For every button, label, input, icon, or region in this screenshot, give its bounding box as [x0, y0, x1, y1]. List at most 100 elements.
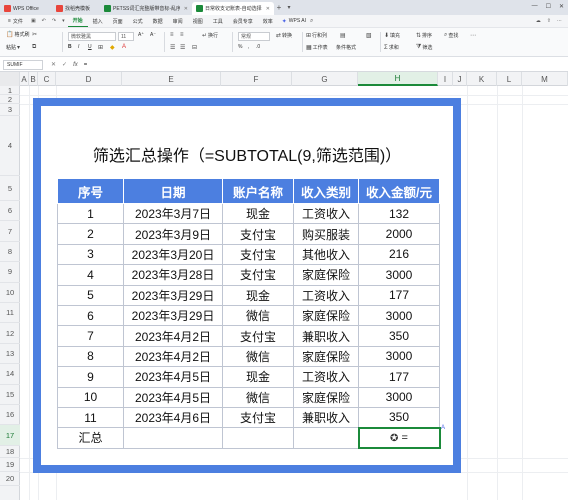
- cell-index[interactable]: 7: [57, 325, 124, 347]
- cell-index[interactable]: 1: [57, 202, 124, 225]
- cell-index[interactable]: 3: [57, 243, 124, 266]
- more-tools-button[interactable]: ⋯: [470, 32, 476, 39]
- chevron-down-icon[interactable]: ▾: [284, 4, 294, 11]
- decimal-button[interactable]: .0: [256, 44, 260, 50]
- column-header-k[interactable]: K: [467, 72, 497, 86]
- cell-index[interactable]: 8: [57, 345, 124, 368]
- tab-wps-office[interactable]: WPS Office: [0, 2, 52, 15]
- cell-index[interactable]: 10: [57, 386, 124, 408]
- cell-date[interactable]: 2023年4月2日: [123, 325, 223, 347]
- save-icon[interactable]: ▣: [28, 18, 39, 24]
- wrap-button[interactable]: ↵ 换行: [202, 32, 218, 39]
- menu-data[interactable]: 数据: [148, 16, 168, 27]
- tab-petss-file[interactable]: PETSS词汇完整版带音标-乱序版.pdf ✕: [100, 2, 192, 15]
- header-amount[interactable]: 收入金额/元: [358, 178, 440, 204]
- cell-account[interactable]: 现金: [222, 366, 294, 388]
- menu-home[interactable]: 开始: [67, 16, 88, 27]
- column-header-a[interactable]: A: [20, 72, 29, 86]
- cell-date[interactable]: 2023年3月28日: [123, 264, 223, 286]
- cell-index[interactable]: 9: [57, 366, 124, 388]
- cell-account[interactable]: 微信: [222, 345, 294, 368]
- row-header[interactable]: 5: [0, 176, 20, 201]
- row-header[interactable]: 15: [0, 385, 20, 405]
- menu-review[interactable]: 审阅: [168, 16, 188, 27]
- cell-account[interactable]: 支付宝: [222, 406, 294, 429]
- maximize-icon[interactable]: ☐: [546, 3, 551, 10]
- cell-index[interactable]: 5: [57, 284, 124, 306]
- summary-empty-cell[interactable]: [222, 427, 294, 449]
- sort-button[interactable]: ⇅ 排序: [416, 32, 432, 39]
- cond-format-button[interactable]: ▤: [340, 32, 346, 39]
- header-index[interactable]: 序号: [57, 178, 124, 204]
- cell-amount[interactable]: 2000: [358, 223, 440, 245]
- more-icon[interactable]: ⋯: [557, 18, 562, 24]
- merge-button[interactable]: ⊟: [192, 44, 197, 51]
- cell-category[interactable]: 其他收入: [293, 243, 359, 266]
- align-left-button[interactable]: ☰: [170, 44, 175, 51]
- row-header[interactable]: 14: [0, 364, 20, 385]
- paste-dropdown[interactable]: 粘贴 ▾: [6, 44, 20, 51]
- cell-account[interactable]: 支付宝: [222, 325, 294, 347]
- cell-category[interactable]: 工资收入: [293, 202, 359, 225]
- new-tab-plus-icon[interactable]: +: [274, 3, 284, 12]
- fill-color-button[interactable]: ◆: [110, 44, 115, 51]
- redo-icon[interactable]: ↷: [49, 18, 59, 24]
- tab-ledger-file[interactable]: 日常收支记账表-自动选择1 ✕: [192, 2, 274, 15]
- cell-date[interactable]: 2023年3月7日: [123, 202, 223, 225]
- header-category[interactable]: 收入类别: [293, 178, 359, 204]
- summary-value-cell[interactable]: ✪ =: [357, 426, 441, 450]
- cell-account[interactable]: 支付宝: [222, 243, 294, 266]
- close-icon[interactable]: ✕: [184, 6, 188, 12]
- wps-ai-button[interactable]: ✦ WPS AI: [282, 18, 306, 25]
- cell-amount[interactable]: 177: [358, 284, 440, 306]
- row-header[interactable]: 8: [0, 242, 20, 263]
- row-header[interactable]: 2: [0, 95, 20, 104]
- row-header[interactable]: 4: [0, 116, 20, 176]
- align-top-button[interactable]: ≡: [170, 32, 174, 38]
- row-header[interactable]: 16: [0, 405, 20, 426]
- cell-amount[interactable]: 3000: [358, 304, 440, 327]
- cell-category[interactable]: 兼职收入: [293, 325, 359, 347]
- spreadsheet-grid[interactable]: A B C D E F G H I J K L M 1 2 3 4 5 6 7 …: [0, 72, 568, 500]
- menu-page[interactable]: 页面: [108, 16, 128, 27]
- font-name-select[interactable]: 微软雅黑: [68, 32, 116, 41]
- summary-empty-cell[interactable]: [123, 427, 223, 449]
- name-box[interactable]: SUMIF: [3, 59, 43, 70]
- cell-account[interactable]: 现金: [222, 284, 294, 306]
- number-format-select[interactable]: 常规: [238, 32, 270, 41]
- align-center-button[interactable]: ☰: [180, 44, 185, 51]
- cell-index[interactable]: 4: [57, 264, 124, 286]
- font-color-button[interactable]: A: [122, 44, 126, 50]
- column-header-d[interactable]: D: [56, 72, 122, 86]
- filter-button[interactable]: ⧩ 筛选: [416, 44, 432, 51]
- underline-button[interactable]: U: [88, 44, 92, 50]
- menu-file[interactable]: ≡ 文件: [3, 16, 28, 27]
- cell-date[interactable]: 2023年3月29日: [123, 284, 223, 306]
- row-header[interactable]: 18: [0, 446, 20, 458]
- cell-category[interactable]: 家庭保险: [293, 386, 359, 408]
- menu-formula[interactable]: 公式: [128, 16, 148, 27]
- row-header[interactable]: 19: [0, 458, 20, 472]
- cell-date[interactable]: 2023年4月5日: [123, 366, 223, 388]
- cancel-formula-icon[interactable]: ✕: [51, 61, 56, 68]
- cell-category[interactable]: 工资收入: [293, 284, 359, 306]
- cell-category[interactable]: 家庭保险: [293, 304, 359, 327]
- cell-amount[interactable]: 350: [358, 325, 440, 347]
- cell-index[interactable]: 11: [57, 406, 124, 429]
- cell-date[interactable]: 2023年4月2日: [123, 345, 223, 368]
- copy-button[interactable]: ⧉: [32, 44, 36, 51]
- column-header-c[interactable]: C: [38, 72, 56, 86]
- chevron-down-icon[interactable]: ▾: [59, 18, 68, 24]
- sum-button[interactable]: Σ 求和: [384, 44, 399, 52]
- font-bigger-button[interactable]: A⁺: [138, 32, 144, 38]
- summary-label[interactable]: 汇总: [57, 427, 124, 449]
- font-smaller-button[interactable]: A⁻: [150, 32, 156, 38]
- cell-amount[interactable]: 3000: [358, 264, 440, 286]
- share-icon[interactable]: ⇪: [547, 18, 551, 24]
- cell-date[interactable]: 2023年3月20日: [123, 243, 223, 266]
- cell-account[interactable]: 微信: [222, 386, 294, 408]
- convert-button[interactable]: ⇄ 转换: [276, 32, 292, 39]
- row-header[interactable]: 11: [0, 303, 20, 324]
- row-header[interactable]: 10: [0, 283, 20, 303]
- percent-button[interactable]: %: [238, 44, 242, 50]
